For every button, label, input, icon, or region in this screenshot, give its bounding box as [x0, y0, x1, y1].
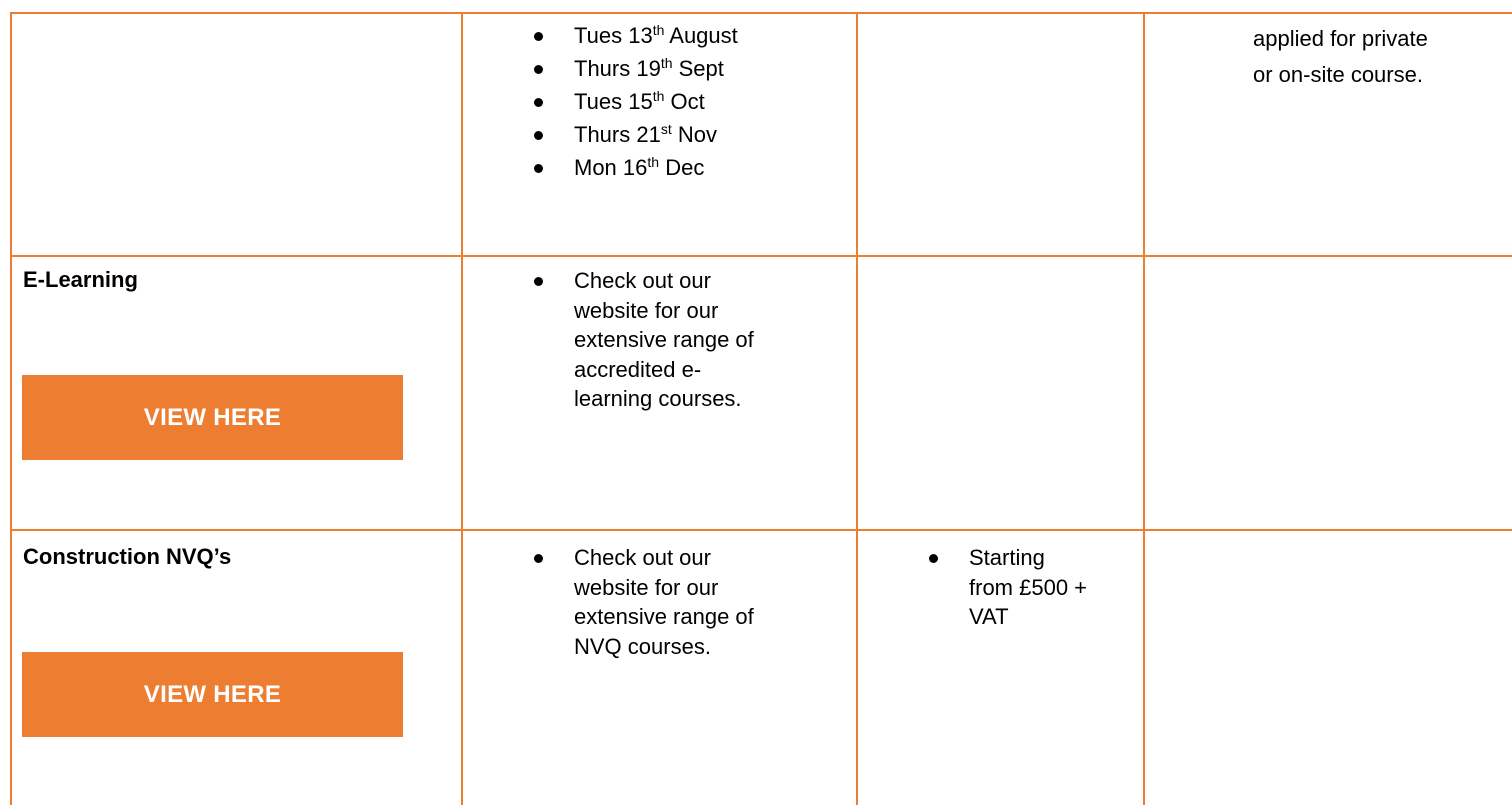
description-line: learning courses.	[574, 386, 742, 411]
description-line: Check out our	[574, 268, 711, 293]
course-table: Tues 13th August Thurs 19th Sept Tues 15…	[0, 0, 1512, 805]
column-divider	[1143, 12, 1145, 805]
row-divider	[10, 255, 1512, 257]
date-text: Thurs 21st Nov	[574, 121, 717, 147]
date-text: Thurs 19th Sept	[574, 55, 724, 81]
nvq-description-cell: Check out our website for our extensive …	[530, 543, 850, 661]
description-line: website for our	[574, 574, 719, 600]
description-line: website for our	[574, 297, 719, 323]
bullet-icon	[534, 164, 543, 173]
bullet-icon	[534, 98, 543, 107]
course-title-nvq: Construction NVQ’s	[23, 544, 232, 569]
elearning-description: Check out our website for our extensive …	[574, 266, 894, 414]
list-item: Thurs 19th Sept	[530, 54, 850, 83]
description-line: accredited e-	[574, 356, 702, 382]
nvq-price: Starting from £500 + VAT	[969, 543, 1181, 632]
date-text: Mon 16th Dec	[574, 154, 705, 180]
view-here-button-elearning[interactable]: VIEW HERE	[22, 375, 403, 460]
nvq-price-cell: Starting from £500 + VAT	[925, 543, 1137, 632]
table-border-left	[10, 12, 12, 805]
bullet-icon	[534, 277, 543, 286]
description-line: extensive range of	[574, 604, 754, 629]
bullet-icon	[534, 65, 543, 74]
dates-list: Tues 13th August Thurs 19th Sept Tues 15…	[530, 21, 850, 182]
date-text: Tues 15th Oct	[574, 88, 705, 114]
view-here-button-nvq[interactable]: VIEW HERE	[22, 652, 403, 737]
elearning-description-cell: Check out our website for our extensive …	[530, 266, 850, 414]
nvq-description: Check out our website for our extensive …	[574, 543, 894, 661]
bullet-icon	[534, 554, 543, 563]
description-line: NVQ courses.	[574, 633, 711, 659]
price-line: Starting	[969, 545, 1045, 570]
description-line: Check out our	[574, 545, 711, 570]
list-item: Mon 16th Dec	[530, 153, 850, 182]
list-item: Tues 15th Oct	[530, 87, 850, 116]
bullet-icon	[534, 131, 543, 140]
row-divider	[10, 529, 1512, 531]
dates-cell: Tues 13th August Thurs 19th Sept Tues 15…	[530, 21, 850, 186]
price-line: VAT	[969, 604, 1009, 629]
price-line: from £500 +	[969, 574, 1088, 600]
column-divider	[461, 12, 463, 805]
date-text: Tues 13th August	[574, 22, 738, 48]
note-line: applied for private	[1253, 26, 1428, 51]
note-cell: applied for private or on-site course.	[1253, 21, 1508, 93]
list-item: Tues 13th August	[530, 21, 850, 50]
note-line: or on-site course.	[1253, 62, 1423, 87]
description-line: extensive range of	[574, 327, 754, 352]
table-border-top	[10, 12, 1512, 14]
bullet-icon	[534, 32, 543, 41]
list-item: Thurs 21st Nov	[530, 120, 850, 149]
bullet-icon	[929, 554, 938, 563]
course-title-elearning: E-Learning	[23, 267, 138, 292]
